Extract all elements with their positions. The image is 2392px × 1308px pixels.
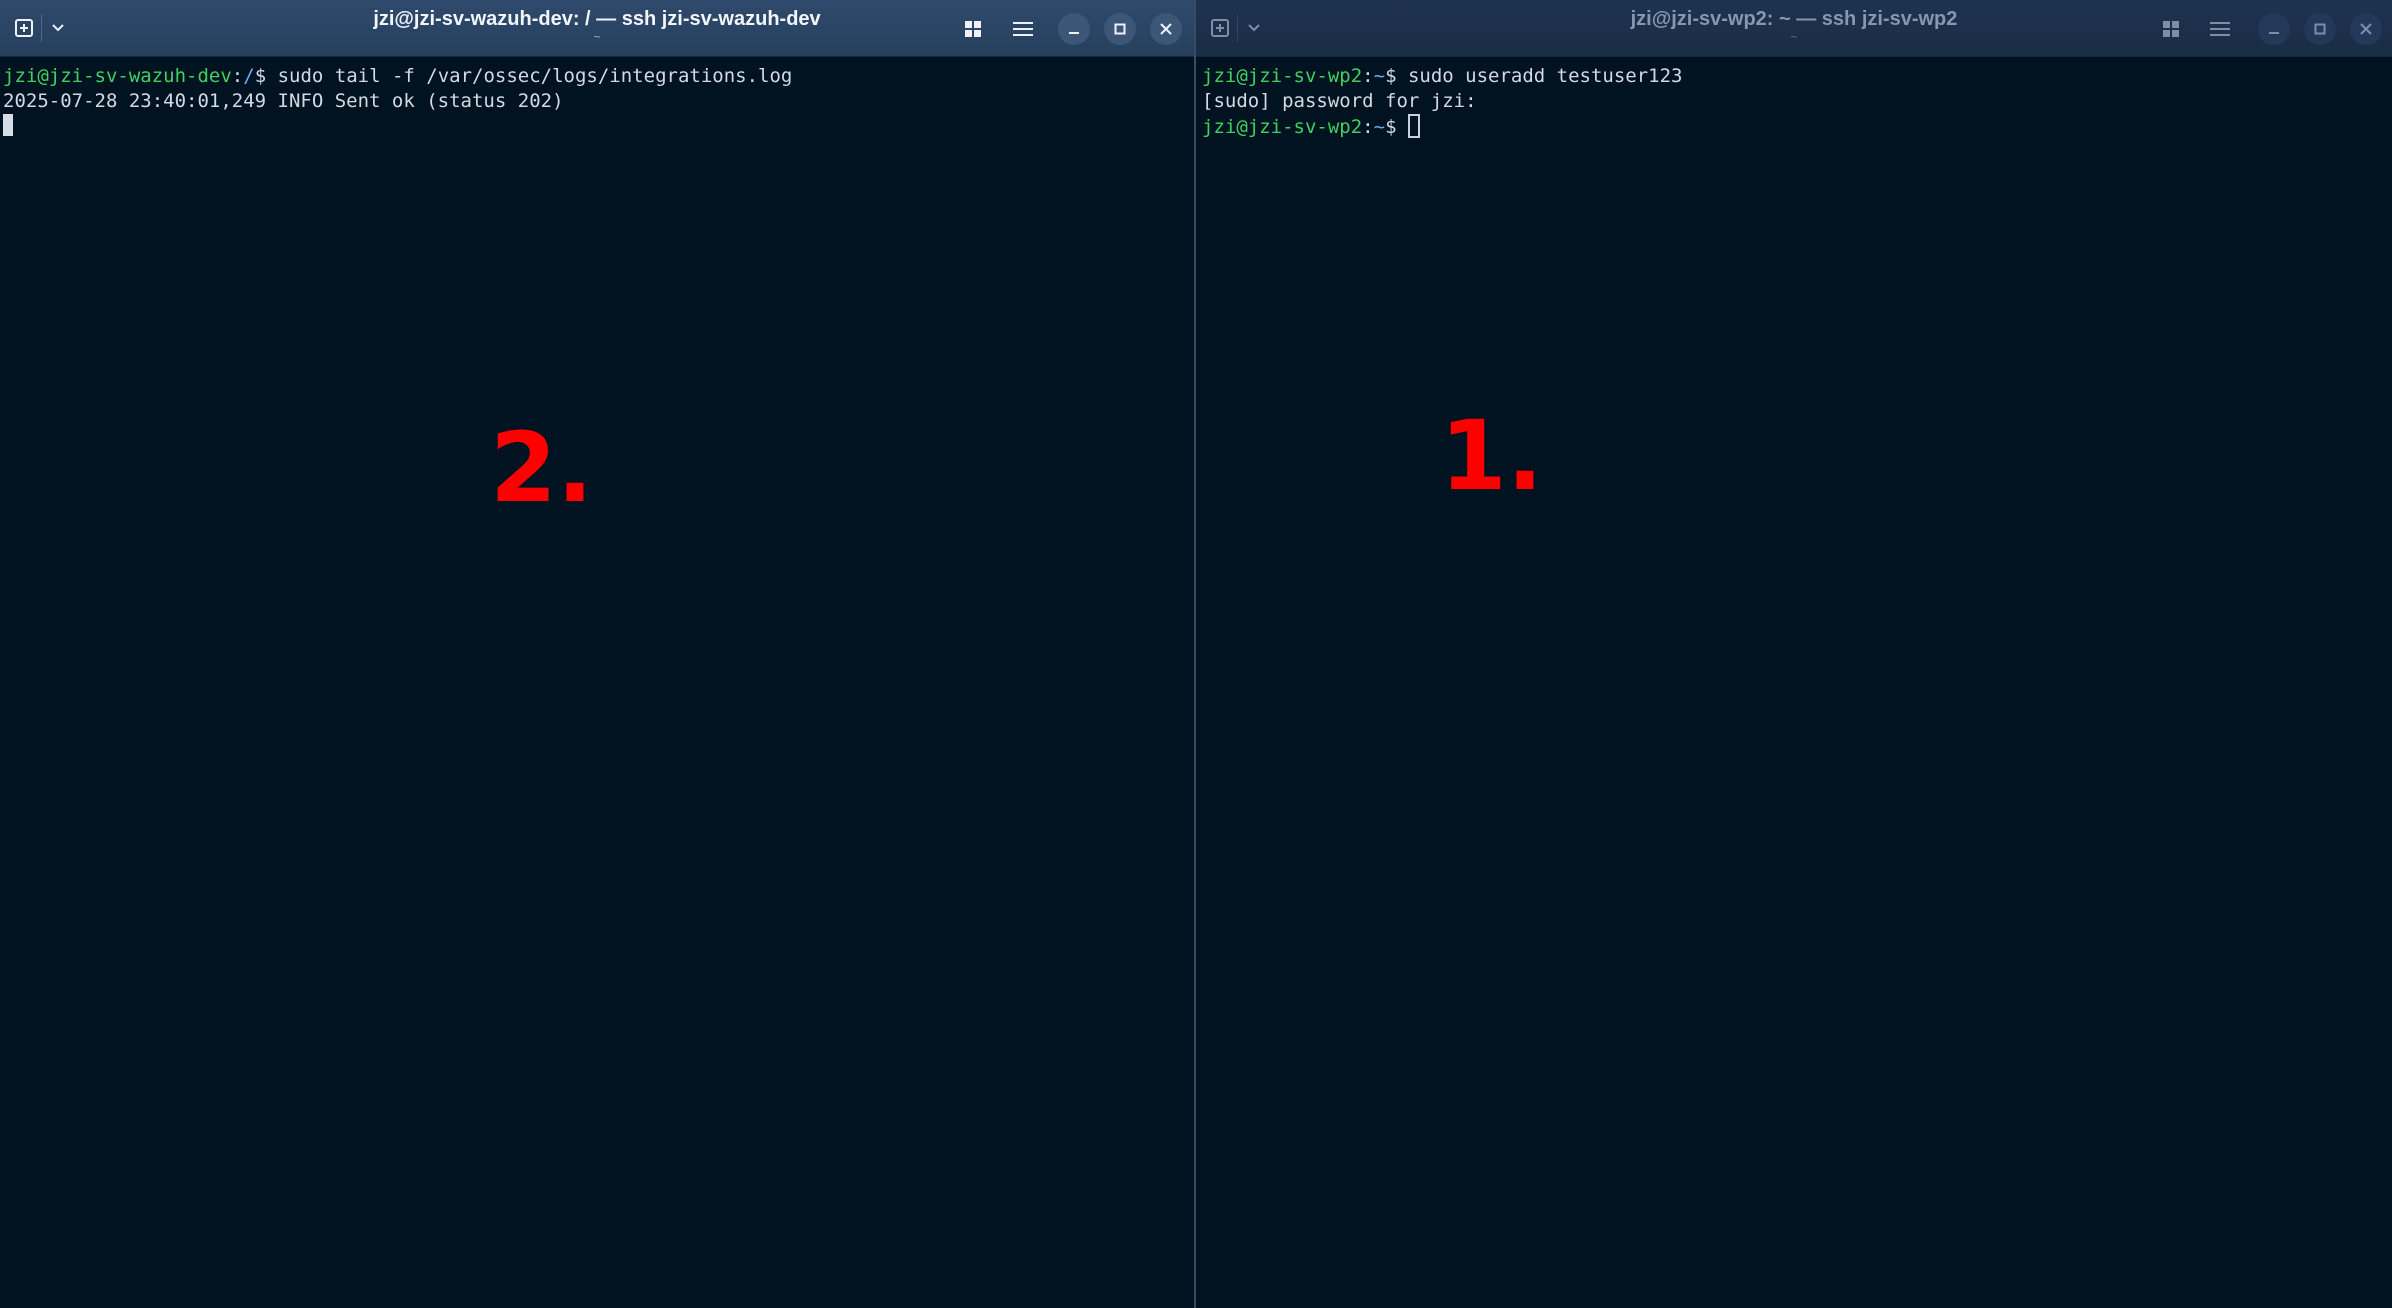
titlebar[interactable]: jzi@jzi-sv-wazuh-dev: / — ssh jzi-sv-waz… [0, 0, 1194, 57]
prompt-separator: : [1362, 65, 1374, 87]
prompt-user: jzi@jzi-sv-wp2 [1202, 116, 1363, 138]
terminal-cursor [3, 114, 13, 136]
prompt-symbol: $ [1385, 65, 1408, 87]
terminal-line: [sudo] password for jzi: [1202, 90, 1477, 112]
terminal-line: jzi@jzi-sv-wp2:~$ [1202, 114, 2389, 139]
grid-icon [965, 21, 981, 37]
prompt-separator: : [1362, 116, 1374, 138]
terminal-window-left[interactable]: jzi@jzi-sv-wazuh-dev: / — ssh jzi-sv-waz… [0, 0, 1194, 1308]
command-text: sudo tail -f /var/ossec/logs/integration… [277, 65, 793, 87]
prompt-symbol: $ [254, 65, 278, 87]
prompt-separator: : [231, 65, 244, 87]
prompt-path: / [243, 65, 255, 87]
annotation-marker: 1. [1440, 400, 1544, 512]
close-button[interactable] [2350, 13, 2382, 45]
terminal-cursor [1407, 114, 1420, 138]
prompt-path: ~ [1373, 65, 1386, 87]
menu-button[interactable] [1010, 16, 1036, 42]
close-icon [1160, 23, 1172, 35]
split-view-button[interactable] [960, 16, 986, 42]
terminal-line [3, 114, 1191, 139]
terminal-output[interactable]: jzi@jzi-sv-wp2:~$ sudo useradd testuser1… [1196, 58, 2392, 1308]
hamburger-menu-icon [1013, 22, 1033, 36]
hamburger-menu-icon [2210, 22, 2230, 36]
prompt-path: ~ [1373, 116, 1386, 138]
titlebar[interactable]: jzi@jzi-sv-wp2: ~ — ssh jzi-sv-wp2 ~ [1196, 0, 2392, 57]
terminal-line: 2025-07-28 23:40:01,249 INFO Sent ok (st… [3, 90, 564, 112]
maximize-icon [2314, 23, 2326, 35]
command-text: sudo useradd testuser123 [1407, 65, 1683, 87]
menu-button[interactable] [2207, 16, 2233, 42]
prompt-user: jzi@jzi-sv-wazuh-dev [3, 65, 232, 87]
minimize-icon [1069, 32, 1079, 34]
minimize-button[interactable] [2258, 13, 2290, 45]
prompt-user: jzi@jzi-sv-wp2 [1202, 65, 1363, 87]
minimize-button[interactable] [1058, 13, 1090, 45]
terminal-line: jzi@jzi-sv-wp2:~$ sudo useradd testuser1… [1202, 64, 2389, 89]
terminal-window-right[interactable]: jzi@jzi-sv-wp2: ~ — ssh jzi-sv-wp2 ~ jzi… [1196, 0, 2392, 1308]
prompt-symbol: $ [1385, 116, 1408, 138]
close-button[interactable] [1150, 13, 1182, 45]
terminal-line: jzi@jzi-sv-wazuh-dev:/$ sudo tail -f /va… [3, 64, 1191, 89]
minimize-icon [2269, 32, 2279, 34]
maximize-button[interactable] [1104, 13, 1136, 45]
split-view-button[interactable] [2158, 16, 2184, 42]
grid-icon [2163, 21, 2179, 37]
annotation-marker: 2. [490, 412, 594, 524]
terminal-output[interactable]: jzi@jzi-sv-wazuh-dev:/$ sudo tail -f /va… [0, 58, 1194, 1308]
maximize-icon [1114, 23, 1126, 35]
maximize-button[interactable] [2304, 13, 2336, 45]
close-icon [2360, 23, 2372, 35]
